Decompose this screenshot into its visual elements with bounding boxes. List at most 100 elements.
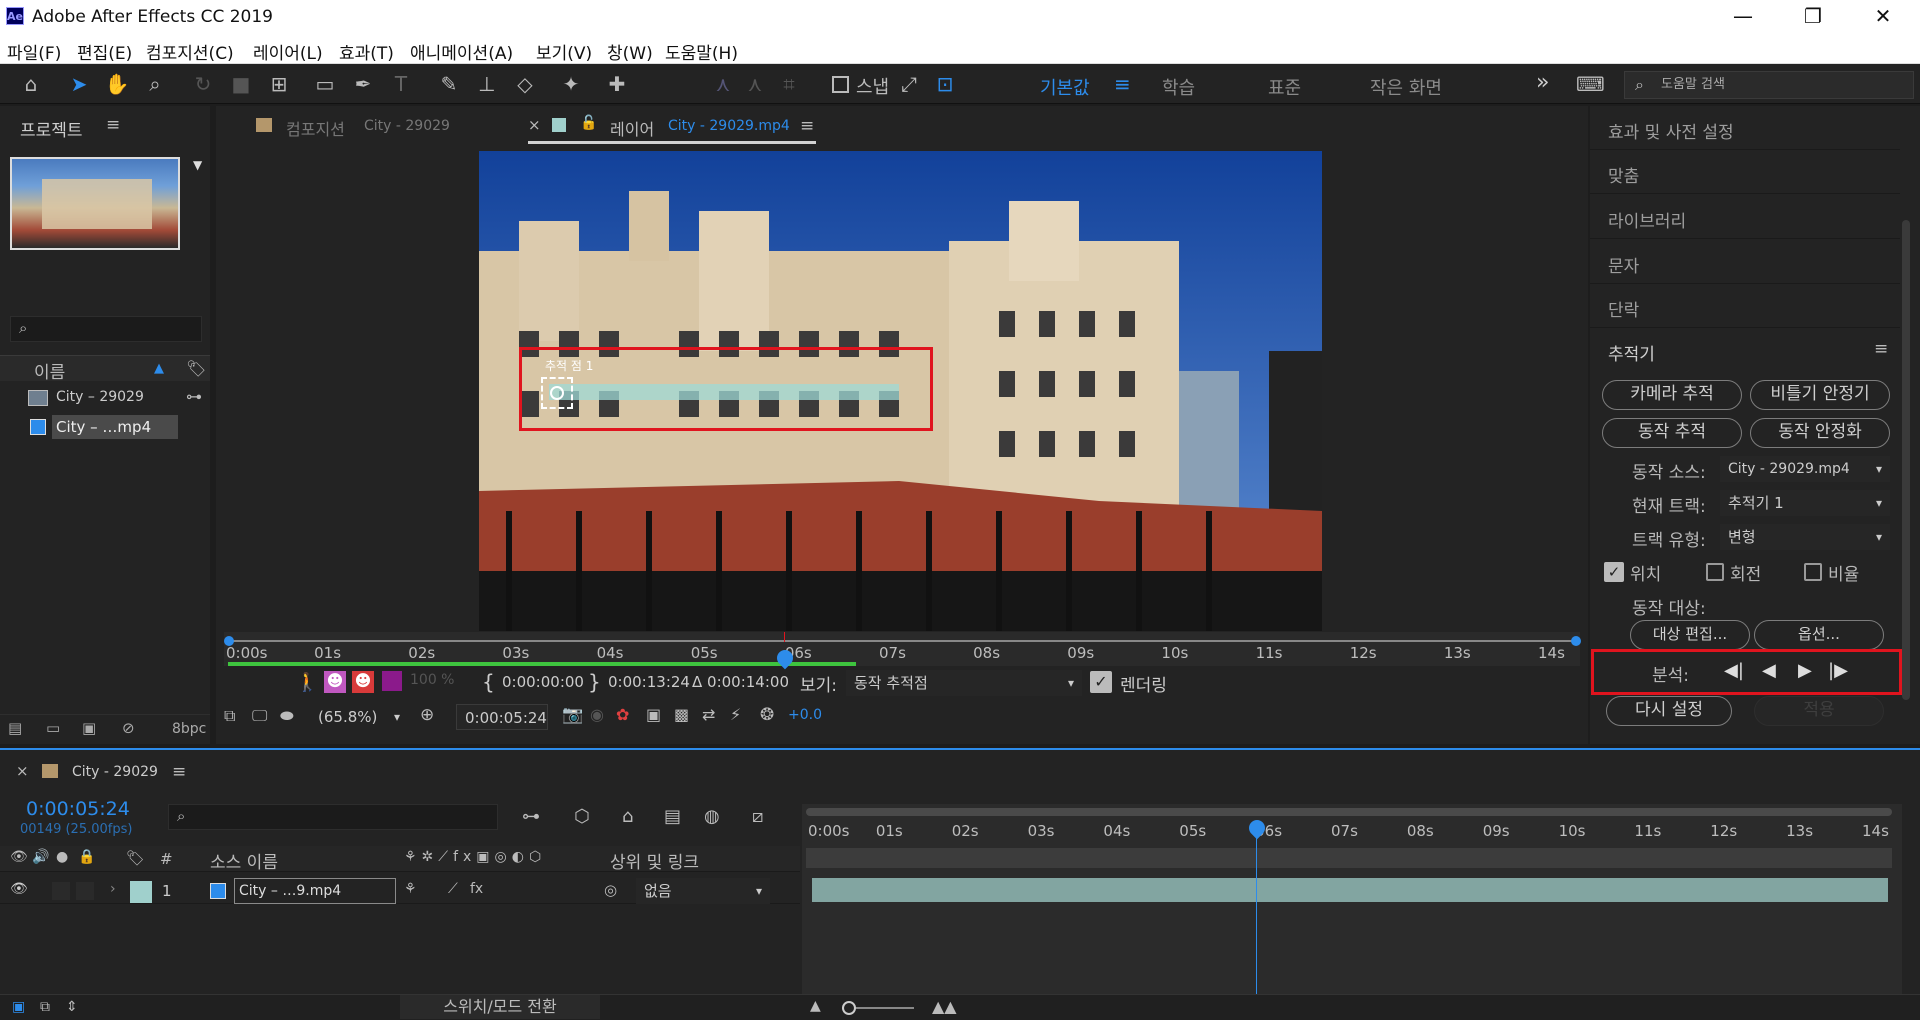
view-axis-icon[interactable]: ⌗	[776, 71, 802, 97]
minimize-button[interactable]: —	[1714, 0, 1772, 34]
monitor-icon[interactable]: 🖵	[252, 706, 267, 726]
label-icon[interactable]: 🏷	[126, 849, 145, 867]
reset-button[interactable]: 다시 설정	[1606, 696, 1732, 726]
workspace-learn[interactable]: 학습	[1162, 74, 1195, 100]
analyze-forward-icon[interactable]: ▶	[1798, 660, 1812, 681]
camera-tool-icon[interactable]: ■	[228, 71, 254, 97]
lock-toggle[interactable]	[76, 882, 94, 900]
motion-blur-icon[interactable]: ◍	[704, 806, 720, 827]
warp-stabilizer-button[interactable]: 비틀기 안정기	[1750, 380, 1890, 410]
layer-duration-bar[interactable]	[812, 878, 1888, 902]
viewer-playhead[interactable]	[773, 632, 796, 670]
tab-layer-prefix[interactable]: 레이어	[610, 116, 654, 140]
local-axis-icon[interactable]: ⋏	[710, 71, 736, 97]
thumbnail-dropdown-icon[interactable]: ▼	[193, 158, 202, 172]
eye-icon[interactable]: 👁	[10, 881, 28, 897]
puppet-tool-icon[interactable]: ✚	[604, 71, 630, 97]
fast-preview-icon[interactable]: ⚡	[730, 705, 741, 724]
current-time-field[interactable]: 0:00:05:24	[456, 704, 548, 730]
brush-tool-icon[interactable]: ✎	[436, 71, 462, 97]
transfer-controls-icon[interactable]: ⧉	[40, 999, 50, 1015]
label-column-icon[interactable]: 🏷	[186, 359, 206, 378]
eraser-tool-icon[interactable]: ◇	[512, 71, 538, 97]
analyze-forward-one-frame-icon[interactable]: |▶	[1828, 660, 1848, 681]
track-motion-button[interactable]: 동작 추적	[1602, 418, 1742, 448]
toggle-switches-modes-button[interactable]: 스위치/모드 전환	[400, 995, 600, 1019]
menu-window[interactable]: 창(W)	[607, 39, 653, 64]
close-tab-icon[interactable]: ×	[528, 116, 541, 134]
expand-chevron-icon[interactable]: ›	[110, 881, 116, 897]
render-checkbox[interactable]: ✓	[1090, 671, 1112, 693]
shy-layers-icon[interactable]: ⌂	[622, 806, 633, 827]
video-frame[interactable]: 추적 점 1	[479, 151, 1322, 631]
zoom-tool-icon[interactable]: ⌕	[142, 71, 168, 97]
reset-exposure-icon[interactable]: ⇄	[702, 705, 715, 724]
maximize-button[interactable]: ❐	[1784, 0, 1842, 34]
tab-composition-prefix[interactable]: 컴포지션	[286, 116, 345, 140]
pan-behind-tool-icon[interactable]: ⊞	[266, 71, 292, 97]
bpc-toggle[interactable]: 8bpc	[172, 721, 206, 737]
viewer-time-ruler[interactable]: 0:00s 01s 02s 03s 04s 05s 06s 07s 08s 09s 10s 11s 12…	[224, 632, 1581, 670]
panel-align[interactable]: 맞춤	[1590, 150, 1900, 194]
tracker-panel-title[interactable]: 추적기	[1608, 340, 1655, 365]
layer-switches-icon[interactable]: ▣	[12, 999, 25, 1015]
track-point-attach-icon[interactable]	[550, 386, 564, 400]
close-window-button[interactable]: ✕	[1854, 0, 1912, 34]
quality-switch-icon[interactable]: ⟋	[448, 881, 458, 897]
video-visibility-icon[interactable]: 👁	[10, 849, 28, 865]
work-area-end-handle[interactable]	[1571, 636, 1581, 646]
solo-toggle[interactable]	[52, 882, 70, 900]
interpret-footage-icon[interactable]: ▤	[8, 719, 22, 737]
always-preview-icon[interactable]: ⧉	[224, 706, 235, 726]
current-track-dropdown[interactable]: 추적기 1 ▾	[1720, 490, 1890, 516]
walk-icon[interactable]: 🚶	[296, 672, 318, 693]
project-item[interactable]: City – …mp4	[0, 413, 210, 441]
draft-3d-icon[interactable]: ⬡	[574, 806, 590, 827]
parent-link-header[interactable]: 상위 및 링크	[610, 848, 699, 873]
camera-track-button[interactable]: 카메라 추적	[1602, 380, 1742, 410]
rotation-checkbox[interactable]	[1706, 563, 1724, 581]
graph-editor-icon[interactable]: ⧄	[752, 806, 763, 827]
menu-layer[interactable]: 레이어(L)	[253, 39, 323, 64]
type-tool-icon[interactable]: T	[388, 71, 414, 97]
panel-paragraph[interactable]: 단락	[1590, 284, 1900, 328]
overlay-color-swatch[interactable]	[382, 671, 402, 691]
transparency-grid-icon[interactable]: ▩	[674, 705, 689, 724]
workspace-small-screen[interactable]: 작은 화면	[1370, 74, 1442, 100]
menu-file[interactable]: 파일(F)	[7, 39, 61, 64]
frame-blending-icon[interactable]: ▤	[664, 806, 681, 827]
timeline-track-area[interactable]: 0:00s 01s 02s 03s 04s 05s 06s 07s 08s 09s 10s 11s 12…	[802, 804, 1902, 1014]
timeline-search-input[interactable]: ⌕	[168, 804, 498, 830]
source-name-header[interactable]: 소스 이름	[210, 848, 278, 873]
workspace-more-icon[interactable]: »	[1536, 70, 1549, 95]
flowchart-icon[interactable]: ⊶	[186, 387, 202, 406]
onion-skin-icon[interactable]: ☻	[324, 671, 346, 693]
lock-icon[interactable]: 🔓	[580, 115, 597, 131]
region-of-interest-icon[interactable]: ⊕	[420, 705, 434, 725]
motion-source-dropdown[interactable]: City - 29029.mp4 ▾	[1720, 456, 1890, 482]
zoom-out-icon[interactable]: ▲	[810, 998, 821, 1014]
apply-button[interactable]: 적용	[1754, 696, 1884, 726]
mask-visibility-icon[interactable]: ⬬	[280, 706, 294, 726]
layer-number-header[interactable]: #	[160, 850, 173, 868]
menu-composition[interactable]: 컴포지션(C)	[146, 39, 234, 64]
hand-tool-icon[interactable]: ✋	[104, 71, 130, 97]
tab-composition-name[interactable]: City - 29029	[364, 118, 450, 134]
layer-row[interactable]: 👁 › 1 City – …9.mp4 ⚘ ⟋ fx ◎ 없음 ▾	[0, 878, 800, 904]
viewer-menu-icon[interactable]: ≡	[800, 116, 814, 136]
channel-icon[interactable]: ✿	[616, 705, 629, 724]
safe-area-icon[interactable]: ▣	[646, 705, 661, 724]
timeline-menu-icon[interactable]: ≡	[172, 762, 186, 782]
timeline-comp-name[interactable]: City - 29029	[72, 764, 158, 780]
audio-icon[interactable]: 🔊	[32, 849, 49, 865]
track-type-dropdown[interactable]: 변형 ▾	[1720, 524, 1890, 550]
zoom-dropdown[interactable]: (65.8%) ▾	[310, 704, 406, 730]
zoom-in-icon[interactable]: ▲▲	[932, 997, 957, 1016]
menu-animation[interactable]: 애니메이션(A)	[410, 39, 513, 64]
timeline-zoom-bar[interactable]	[806, 808, 1892, 816]
edit-target-button[interactable]: 대상 편집...	[1630, 620, 1750, 650]
layer-name-field[interactable]: City – …9.mp4	[234, 878, 396, 904]
home-icon[interactable]: ⌂	[18, 71, 44, 97]
world-axis-icon[interactable]: ⋏	[742, 71, 768, 97]
timeline-time-ruler[interactable]: 0:00s 01s 02s 03s 04s 05s 06s 07s 08s 09s 10s 11s 12…	[802, 818, 1902, 846]
